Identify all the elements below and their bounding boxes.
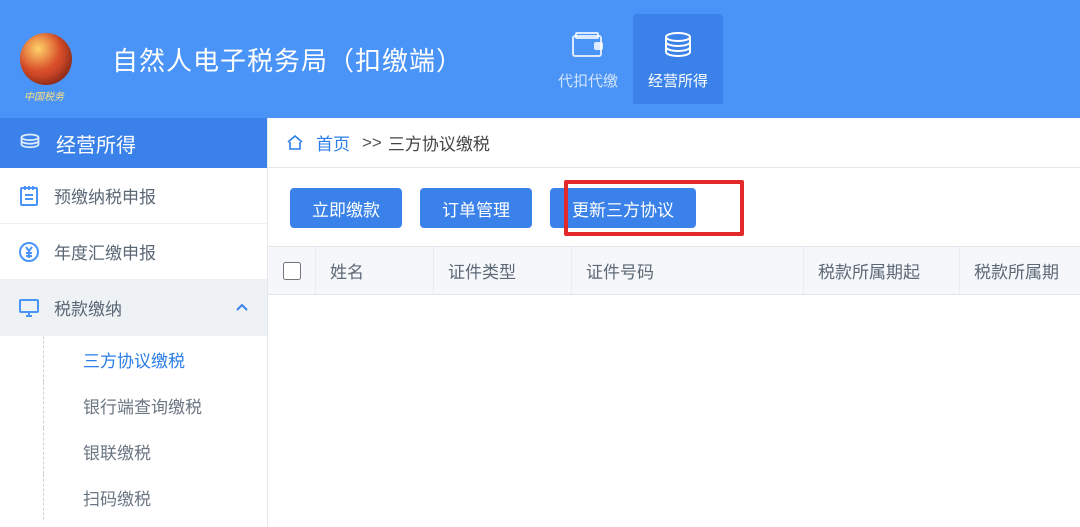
select-all-checkbox[interactable]	[283, 262, 301, 280]
chevron-up-icon	[235, 303, 249, 313]
wallet-icon	[570, 30, 606, 60]
logo-caption: 中国税务	[24, 88, 64, 103]
notepad-icon	[18, 185, 40, 207]
sidebar-title: 经营所得	[56, 129, 136, 158]
sidebar: 经营所得 预缴纳税申报 年度汇缴申报	[0, 118, 268, 527]
breadcrumb-current: 三方协议缴税	[388, 130, 490, 155]
sub-label: 银行端查询缴税	[83, 393, 202, 418]
order-management-button[interactable]: 订单管理	[420, 188, 532, 228]
top-tab-label: 经营所得	[648, 70, 708, 91]
nav-item-payment[interactable]: 税款缴纳	[0, 280, 267, 336]
coins-icon	[18, 132, 42, 154]
sub-item-bank-query[interactable]: 银行端查询缴税	[18, 382, 267, 428]
nav-item-prepay[interactable]: 预缴纳税申报	[0, 168, 267, 224]
yen-circle-icon	[18, 241, 40, 263]
refresh-agreement-button[interactable]: 更新三方协议	[550, 188, 696, 228]
th-period-end: 税款所属期	[960, 247, 1080, 294]
data-table: 姓名 证件类型 证件号码 税款所属期起 税款所属期	[268, 246, 1080, 295]
th-doctype: 证件类型	[434, 247, 572, 294]
sub-label: 扫码缴税	[83, 485, 151, 510]
top-tabs: 代扣代缴 经营所得	[543, 14, 723, 104]
pay-now-button[interactable]: 立即缴款	[290, 188, 402, 228]
nav-label: 税款缴纳	[54, 295, 122, 320]
top-tab-withholding[interactable]: 代扣代缴	[543, 14, 633, 104]
toolbar: 立即缴款 订单管理 更新三方协议	[268, 168, 1080, 246]
coins-icon	[661, 30, 695, 60]
sub-label: 银联缴税	[83, 439, 151, 464]
sub-item-unionpay[interactable]: 银联缴税	[18, 428, 267, 474]
monitor-icon	[18, 298, 40, 318]
sub-label: 三方协议缴税	[83, 347, 185, 372]
top-tab-label: 代扣代缴	[558, 70, 618, 91]
table-header: 姓名 证件类型 证件号码 税款所属期起 税款所属期	[268, 247, 1080, 295]
sub-item-scan-pay[interactable]: 扫码缴税	[18, 474, 267, 520]
sub-item-tripartite[interactable]: 三方协议缴税	[18, 336, 267, 382]
th-period-start: 税款所属期起	[804, 247, 960, 294]
th-select	[268, 247, 316, 294]
subnav-payment: 三方协议缴税 银行端查询缴税 银联缴税 扫码缴税	[0, 336, 267, 520]
app-header: 中国税务 自然人电子税务局（扣缴端） 代扣代缴	[0, 0, 1080, 118]
nav-label: 年度汇缴申报	[54, 239, 156, 264]
th-name: 姓名	[316, 247, 434, 294]
home-icon	[286, 134, 304, 152]
breadcrumb: 首页 >> 三方协议缴税	[268, 118, 1080, 168]
breadcrumb-separator: >>	[362, 133, 382, 153]
th-docno: 证件号码	[572, 247, 804, 294]
app-title: 自然人电子税务局（扣缴端）	[112, 41, 463, 78]
tax-emblem-logo: 中国税务	[20, 33, 72, 85]
nav-label: 预缴纳税申报	[54, 183, 156, 208]
main-content: 首页 >> 三方协议缴税 立即缴款 订单管理 更新三方协议 姓名 证件类型 证件…	[268, 118, 1080, 527]
sidebar-header: 经营所得	[0, 118, 267, 168]
breadcrumb-home[interactable]: 首页	[316, 130, 350, 155]
nav-item-annual[interactable]: 年度汇缴申报	[0, 224, 267, 280]
top-tab-business-income[interactable]: 经营所得	[633, 14, 723, 104]
